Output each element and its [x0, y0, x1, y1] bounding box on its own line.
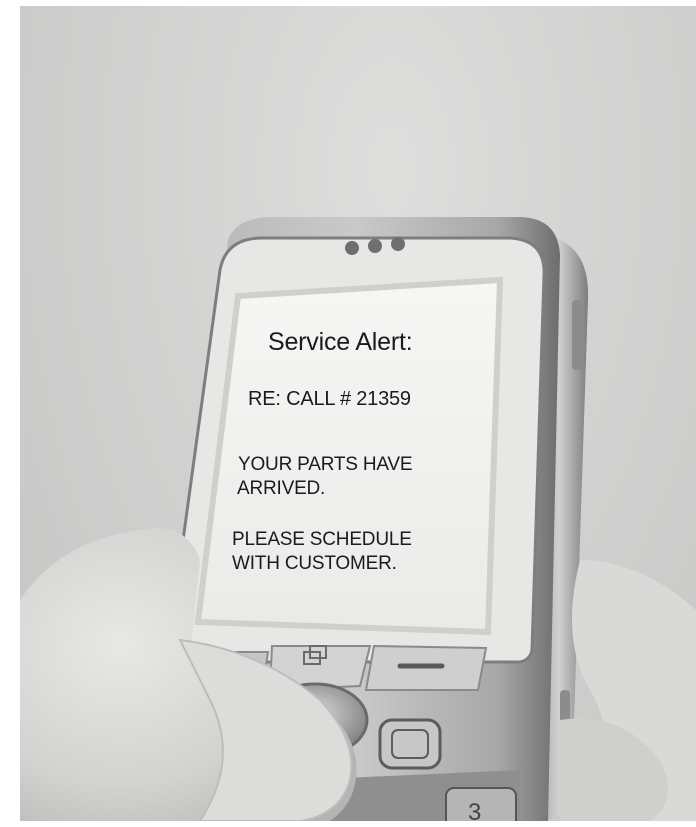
photo-background: 3 — [20, 6, 696, 821]
earpiece-dot — [368, 239, 382, 253]
earpiece-dot — [391, 237, 405, 251]
phone-illustration: 3 — [20, 217, 696, 821]
end-key — [378, 718, 442, 770]
earpiece-dot — [345, 241, 359, 255]
side-button-top — [572, 300, 582, 370]
key-3-label: 3 — [468, 799, 481, 821]
phone-screen — [194, 276, 504, 636]
